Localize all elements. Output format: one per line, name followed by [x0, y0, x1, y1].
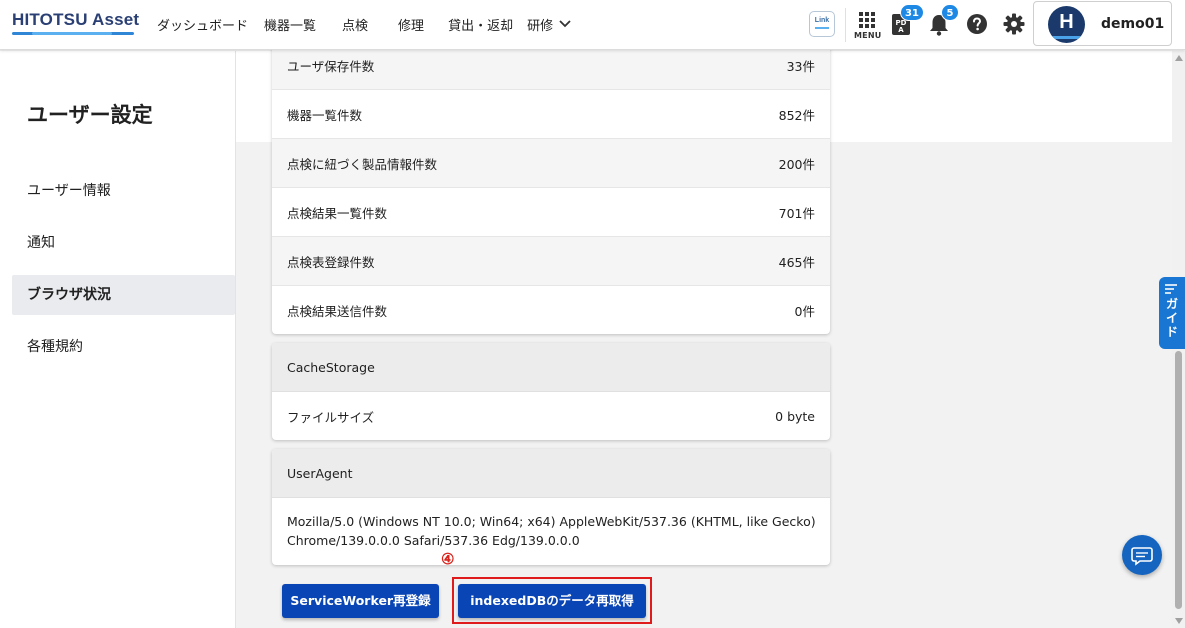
avatar-initial: H	[1059, 11, 1074, 33]
nav-repair[interactable]: 修理	[398, 15, 424, 34]
count-row: 機器一覧件数 852件	[272, 90, 830, 139]
sidebar-item-user-info[interactable]: ユーザー情報	[12, 171, 235, 211]
page-title: ユーザー設定	[27, 103, 153, 127]
scroll-down-icon[interactable]	[1175, 618, 1183, 624]
count-value: 200件	[778, 156, 815, 172]
useragent-card: UserAgent Mozilla/5.0 (Windows NT 10.0; …	[272, 449, 830, 565]
nav-inspection[interactable]: 点検	[342, 15, 368, 34]
username: demo01	[1101, 16, 1165, 32]
count-value: 0件	[794, 304, 815, 319]
user-menu-button[interactable]: H demo01	[1033, 1, 1172, 46]
app-header: HITOTSU Asset ダッシュボード 機器一覧 点検 修理 貸出・返却 研…	[0, 0, 1185, 50]
guide-list-icon	[1165, 284, 1177, 294]
cache-value: 0 byte	[775, 408, 815, 424]
sidebar-item-notifications[interactable]: 通知	[12, 223, 235, 263]
guide-tab[interactable]: ガイド	[1159, 277, 1185, 349]
count-value: 852件	[778, 107, 815, 123]
gear-icon[interactable]	[1003, 13, 1025, 35]
nav-training-label: 研修	[527, 18, 554, 34]
count-row: 点検に紐づく製品情報件数 200件	[272, 139, 830, 188]
chat-bubble-icon	[1131, 547, 1153, 566]
main-nav: ダッシュボード 機器一覧 点検 修理 貸出・返却 研修	[157, 0, 587, 48]
menu-grid-icon[interactable]: MENU	[853, 12, 881, 42]
sidebar-item-terms[interactable]: 各種規約	[12, 327, 235, 367]
cache-label: ファイルサイズ	[287, 409, 375, 425]
useragent-line: Mozilla/5.0 (Windows NT 10.0; Win64; x64…	[287, 514, 816, 529]
pda-label: PDA	[895, 19, 907, 34]
header-divider	[845, 8, 846, 42]
count-label: 点検に紐づく製品情報件数	[287, 156, 438, 172]
serviceworker-reregister-button[interactable]: ServiceWorker再登録	[282, 584, 439, 618]
count-label: 点検結果一覧件数	[287, 205, 388, 221]
menu-label: MENU	[854, 31, 882, 40]
count-label: 機器一覧件数	[287, 107, 363, 123]
guide-label: ガイド	[1165, 297, 1178, 339]
step-annotation: ④	[441, 550, 455, 568]
nav-training[interactable]: 研修	[527, 15, 571, 34]
pda-icon[interactable]: PDA 31	[891, 4, 924, 36]
link-label: Link	[814, 17, 830, 24]
logo[interactable]: HITOTSU Asset	[12, 10, 139, 38]
sidebar-item-browser-status[interactable]: ブラウザ状況	[12, 275, 235, 315]
count-label: 点検表登録件数	[287, 254, 375, 270]
count-value: 33件	[786, 58, 815, 74]
logo-underline	[12, 32, 134, 35]
count-label: ユーザ保存件数	[287, 58, 375, 74]
cache-row: ファイルサイズ 0 byte	[272, 392, 830, 440]
count-value: 701件	[778, 205, 815, 221]
useragent-title: UserAgent	[272, 449, 830, 498]
count-label: 点検結果送信件数	[287, 304, 388, 319]
counts-card: ユーザ保存件数 33件 機器一覧件数 852件 点検に紐づく製品情報件数 200…	[272, 41, 830, 334]
count-row: 点検結果送信件数 0件	[272, 286, 830, 334]
settings-sidebar: ユーザー設定 ユーザー情報 通知 ブラウザ状況 各種規約	[0, 51, 236, 628]
logo-text: HITOTSU Asset	[12, 10, 140, 29]
scrollbar-thumb[interactable]	[1175, 351, 1182, 609]
nav-dashboard[interactable]: ダッシュボード	[157, 15, 248, 34]
notification-badge: 5	[941, 4, 959, 21]
cache-storage-title: CacheStorage	[272, 343, 830, 392]
useragent-text: Mozilla/5.0 (Windows NT 10.0; Win64; x64…	[272, 498, 830, 564]
chevron-down-icon	[559, 17, 571, 32]
annotation-highlight-box	[452, 577, 652, 624]
chat-button[interactable]	[1122, 535, 1162, 575]
count-row: 点検結果一覧件数 701件	[272, 188, 830, 237]
cache-storage-card: CacheStorage ファイルサイズ 0 byte	[272, 343, 830, 440]
avatar: H	[1048, 6, 1085, 43]
avatar-swoosh	[1052, 36, 1081, 39]
link-bar	[815, 27, 829, 29]
link-icon[interactable]: Link	[809, 11, 835, 37]
count-row: 点検表登録件数 465件	[272, 237, 830, 286]
nav-lending[interactable]: 貸出・返却	[448, 15, 513, 34]
count-value: 465件	[778, 254, 815, 270]
help-icon[interactable]	[966, 13, 988, 35]
nav-equipment-list[interactable]: 機器一覧	[264, 15, 316, 34]
bell-icon[interactable]: 5	[929, 4, 959, 36]
useragent-line: Chrome/139.0.0.0 Safari/537.36 Edg/139.0…	[287, 533, 580, 548]
pda-badge: 31	[900, 4, 924, 21]
scroll-up-icon[interactable]	[1175, 55, 1183, 61]
